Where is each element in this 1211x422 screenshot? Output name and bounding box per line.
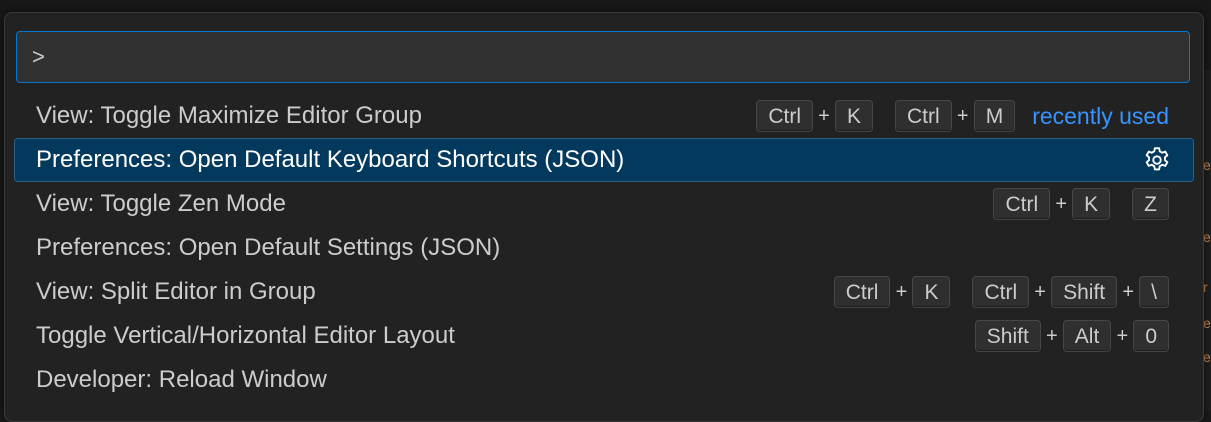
key-cap: M (973, 100, 1016, 132)
command-meta: Ctrl + K Z (993, 182, 1169, 226)
command-meta: Ctrl + K Ctrl + Shift + \ (833, 270, 1169, 314)
command-label: Preferences: Open Default Settings (JSON… (36, 234, 501, 261)
command-item[interactable]: Preferences: Open Default Settings (JSON… (14, 226, 1194, 270)
key-plus-separator: + (1034, 280, 1046, 303)
command-label: Toggle Vertical/Horizontal Editor Layout (36, 322, 455, 349)
key-cap: Alt (1062, 320, 1112, 352)
recently-used-tag: recently used (1032, 102, 1169, 129)
key-cap: \ (1139, 276, 1169, 308)
key-cap: K (1072, 188, 1111, 220)
keybinding: Ctrl + K Z (993, 188, 1169, 220)
key-cap: Shift (1051, 276, 1118, 308)
command-label: Developer: Reload Window (36, 366, 327, 393)
command-meta: Ctrl + K Ctrl + Mrecently used (756, 94, 1169, 138)
key-plus-separator: + (1116, 324, 1129, 347)
key-cap: Ctrl (972, 276, 1030, 308)
command-label: View: Split Editor in Group (36, 278, 316, 305)
key-plus-separator: + (1055, 192, 1067, 215)
key-plus-separator: + (1045, 324, 1058, 347)
keybinding: Ctrl + K Ctrl + Shift + \ (833, 276, 1169, 308)
key-cap: Shift (974, 320, 1041, 352)
command-label: Preferences: Open Default Keyboard Short… (36, 146, 625, 173)
command-item[interactable]: Developer: Reload Window (14, 358, 1194, 402)
key-cap: 0 (1133, 320, 1169, 352)
key-cap: K (912, 276, 951, 308)
command-item[interactable]: Preferences: Open Default Keyboard Short… (14, 138, 1194, 182)
key-cap: Ctrl (756, 100, 813, 132)
key-plus-separator: + (818, 104, 830, 127)
gear-icon[interactable] (1142, 145, 1172, 175)
keybinding: Shift + Alt +0 (974, 320, 1169, 352)
command-meta (1142, 138, 1169, 182)
keybinding: Ctrl + K Ctrl + M (756, 100, 1016, 132)
key-plus-separator: + (956, 104, 969, 127)
command-palette: > View: Toggle Maximize Editor Group Ctrl… (4, 12, 1204, 422)
command-item[interactable]: Toggle Vertical/Horizontal Editor Layout… (14, 314, 1194, 358)
key-cap: Ctrl (895, 100, 952, 132)
command-item[interactable]: View: Split Editor in Group Ctrl + K Ctrl + Sh… (14, 270, 1194, 314)
key-plus-separator: + (1122, 280, 1134, 303)
key-plus-separator: + (895, 280, 908, 303)
command-input[interactable]: > (16, 31, 1190, 83)
key-cap: Z (1132, 188, 1169, 220)
key-cap: Ctrl (833, 276, 891, 308)
command-list: View: Toggle Maximize Editor Group Ctrl + K… (14, 94, 1194, 402)
command-meta: Shift + Alt +0 (974, 314, 1169, 358)
command-label: View: Toggle Maximize Editor Group (36, 102, 422, 129)
command-item[interactable]: View: Toggle Zen Mode Ctrl + K Z (14, 182, 1194, 226)
key-cap: Ctrl (993, 188, 1051, 220)
key-cap: K (835, 100, 874, 132)
command-item[interactable]: View: Toggle Maximize Editor Group Ctrl + K… (14, 94, 1194, 138)
command-label: View: Toggle Zen Mode (36, 190, 286, 217)
